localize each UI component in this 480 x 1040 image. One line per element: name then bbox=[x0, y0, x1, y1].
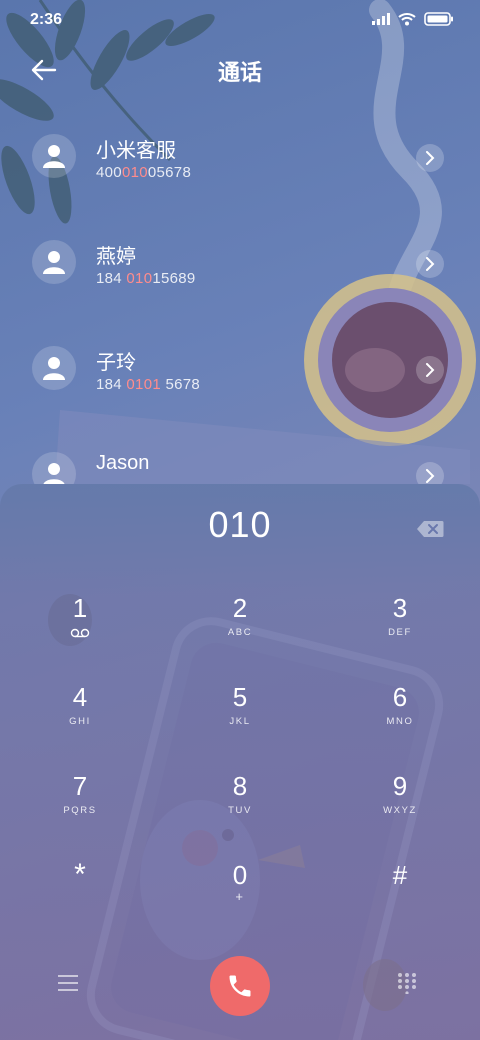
contact-item[interactable]: Jason bbox=[0, 438, 480, 484]
person-icon bbox=[43, 357, 65, 380]
key-7[interactable]: 7 PQRS bbox=[20, 770, 140, 844]
dial-input[interactable]: 010 bbox=[0, 504, 480, 546]
key-2[interactable]: 2 ABC bbox=[180, 592, 300, 666]
status-bar: 2:36 bbox=[0, 0, 480, 40]
contact-detail-button[interactable] bbox=[416, 144, 444, 172]
contact-item[interactable]: 子玲 184 0101 5678 bbox=[0, 332, 480, 412]
chevron-right-icon bbox=[426, 363, 435, 377]
contact-name: 燕婷 bbox=[96, 246, 136, 268]
backspace-icon bbox=[417, 521, 444, 537]
contact-number: 40001005678 bbox=[96, 164, 192, 181]
contact-name: Jason bbox=[96, 452, 150, 474]
phone-icon bbox=[229, 975, 251, 997]
key-9[interactable]: 9 WXYZ bbox=[340, 770, 460, 844]
contact-number: 184 01015689 bbox=[96, 270, 196, 287]
key-3[interactable]: 3 DEF bbox=[340, 592, 460, 666]
header: 通话 bbox=[0, 50, 480, 92]
contact-detail-button[interactable] bbox=[416, 462, 444, 484]
avatar bbox=[32, 452, 76, 484]
contact-list: 小米客服 40001005678 燕婷 184 01015689 子玲 184 … bbox=[0, 120, 480, 484]
page-title: 通话 bbox=[217, 60, 262, 85]
dialer-panel: 010 1 2 ABC 3 DEF 4 GHI 5 JKL 6 MNO 7 PQRS bbox=[0, 484, 480, 1040]
key-5[interactable]: 5 JKL bbox=[180, 681, 300, 755]
status-time: 2:36 bbox=[30, 11, 63, 28]
key-star[interactable]: * bbox=[20, 859, 140, 933]
signal-icon bbox=[372, 13, 390, 25]
avatar bbox=[32, 240, 76, 284]
person-icon bbox=[43, 463, 65, 484]
contact-item[interactable]: 小米客服 40001005678 bbox=[0, 120, 480, 200]
chevron-right-icon bbox=[426, 257, 435, 271]
contact-name: 小米客服 bbox=[96, 140, 176, 162]
contact-number: 184 0101 5678 bbox=[96, 376, 201, 393]
delete-button[interactable] bbox=[416, 520, 444, 538]
keypad-grid-icon bbox=[398, 973, 416, 995]
status-icons bbox=[372, 12, 454, 26]
person-icon bbox=[43, 251, 65, 274]
menu-button[interactable] bbox=[58, 974, 88, 1000]
call-button[interactable] bbox=[210, 956, 270, 1016]
key-8[interactable]: 8 TUV bbox=[180, 770, 300, 844]
menu-icon bbox=[58, 975, 78, 991]
chevron-right-icon bbox=[426, 469, 435, 483]
contact-detail-button[interactable] bbox=[416, 356, 444, 384]
contact-item[interactable]: 燕婷 184 01015689 bbox=[0, 226, 480, 306]
key-1[interactable]: 1 bbox=[20, 592, 140, 666]
avatar bbox=[32, 134, 76, 178]
dialer-bottom-bar bbox=[0, 954, 480, 1024]
avatar bbox=[32, 346, 76, 390]
chevron-right-icon bbox=[426, 151, 435, 165]
contact-detail-button[interactable] bbox=[416, 250, 444, 278]
wifi-icon bbox=[398, 13, 416, 26]
key-hash[interactable]: # bbox=[340, 859, 460, 933]
keypad-toggle-button[interactable] bbox=[396, 972, 418, 995]
person-icon bbox=[43, 145, 65, 168]
key-6[interactable]: 6 MNO bbox=[340, 681, 460, 755]
voicemail-icon bbox=[70, 628, 90, 638]
contact-name: 子玲 bbox=[96, 352, 136, 374]
key-4[interactable]: 4 GHI bbox=[20, 681, 140, 755]
battery-icon bbox=[424, 12, 453, 26]
key-0[interactable]: 0 + bbox=[180, 859, 300, 933]
